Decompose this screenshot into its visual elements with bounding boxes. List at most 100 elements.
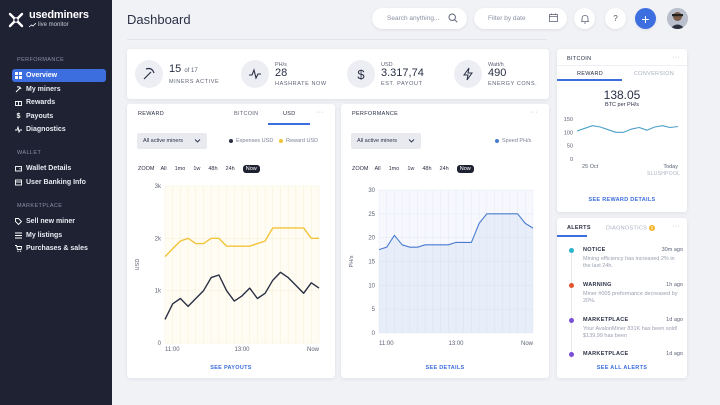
stat-est-payout: $ USD 3.317,74 EST. PAYOUT (347, 59, 424, 89)
alert-message: Miner #005 preformance decreased by 20%. (583, 291, 678, 304)
sidebar-item-my-listings[interactable]: My listings (12, 229, 106, 242)
nav-section-wallet: Wallet (17, 150, 42, 156)
sidebar-item-wallet-details[interactable]: Wallet Details (12, 162, 106, 175)
x-tick-label: 11:00 (379, 341, 394, 347)
y-tick-label: 0 (372, 331, 376, 337)
stat-label: ENERGY CONS. (488, 80, 538, 87)
zoom-1mo[interactable]: 1mo (389, 166, 400, 172)
alert-item[interactable]: MARKETPLACE 1d ago (569, 351, 683, 357)
zoom-24h[interactable]: 24h (440, 166, 449, 172)
alert-dot (569, 283, 574, 288)
tab-bitcoin[interactable]: BITCOIN (234, 111, 258, 117)
sidebar-item-label: My listings (26, 232, 63, 239)
more-icon[interactable]: ··· (530, 109, 538, 116)
sidebar-item-diagnostics[interactable]: Diagnostics (12, 123, 106, 136)
series-line (576, 125, 679, 133)
tab-alerts[interactable]: ALERTS (567, 225, 591, 231)
more-icon[interactable]: ··· (672, 223, 680, 230)
sidebar-item-payouts[interactable]: $ Payouts (12, 110, 106, 123)
y-tick-label: 2k (155, 236, 162, 242)
zoom-1mo[interactable]: 1mo (175, 166, 186, 172)
see-reward-details-link[interactable]: SEE REWARD DETAILS (557, 197, 687, 203)
stat-value: 3.317,74 (381, 66, 424, 79)
y-tick-label: 10 (368, 283, 375, 289)
legend-expenses: Expenses USD (229, 138, 273, 144)
page-title: Dashboard (127, 12, 191, 27)
stat-suffix: of 17 (184, 67, 198, 74)
notifications-button[interactable] (574, 8, 595, 29)
legend-speed: Speed PH/s (495, 138, 531, 144)
btc-value: 138.05 (603, 88, 641, 102)
bitcoin-chart: 0 50 100 150 25 Oct Today (564, 117, 679, 170)
search-icon[interactable] (448, 13, 458, 23)
zoom-48h[interactable]: 48h (208, 166, 217, 172)
cart-icon (15, 245, 22, 252)
y-tick-label: 3k (155, 184, 162, 190)
y-axis-label: USD (135, 259, 141, 271)
logo[interactable]: usedminers live monitor (8, 9, 89, 28)
more-icon[interactable]: ··· (672, 54, 680, 61)
zoom-all[interactable]: All (375, 166, 381, 172)
y-tick-label: 1k (155, 289, 162, 295)
stat-energy: Watt/h 490 ENERGY CONS. (454, 59, 537, 89)
grid-icon (15, 72, 22, 79)
date-filter[interactable]: Filter by date (474, 8, 567, 29)
stat-value: 490 (488, 66, 507, 79)
alert-item[interactable]: NOTICE 30m ago Mining efficiency has inc… (569, 247, 683, 270)
sidebar-item-purchases-sales[interactable]: Purchases & sales (12, 242, 106, 255)
search-placeholder: Search anything... (387, 15, 440, 22)
tab-diagnostics-label: DIAGNOSTICS (606, 225, 648, 232)
chart-source: SLUSHPOOL (647, 171, 681, 177)
calendar-icon[interactable] (549, 13, 558, 22)
y-tick-label: 30 (368, 188, 375, 194)
nav-section-performance: Performance (17, 57, 65, 63)
sidebar-item-label: Payouts (26, 113, 54, 120)
miner-select[interactable]: All active miners (351, 133, 421, 149)
diagnostics-badge: 2 (649, 225, 656, 231)
stat-value: 15 (169, 62, 182, 75)
alert-item[interactable]: WARNING 1h ago Miner #005 preformance de… (569, 282, 683, 305)
sidebar-item-rewards[interactable]: Rewards (12, 96, 106, 109)
see-payouts-link[interactable]: SEE PAYOUTS (127, 365, 335, 371)
x-tick-label: 11:00 (165, 347, 180, 352)
tab-reward[interactable]: REWARD (577, 71, 603, 77)
performance-chart: 0 5 10 15 20 25 30 11:00 13:00 Now PH/s (349, 188, 534, 347)
tab-conversion[interactable]: CONVERSION (634, 71, 674, 77)
zoom-24h[interactable]: 24h (226, 166, 235, 172)
zoom-1w[interactable]: 1w (193, 166, 200, 172)
y-tick-label: 100 (564, 130, 573, 136)
card-icon (15, 179, 22, 186)
nav-section-marketplace: Marketplace (17, 203, 63, 209)
help-button[interactable]: ? (605, 8, 626, 29)
tab-diagnostics[interactable]: DIAGNOSTICS 2 (606, 225, 656, 232)
tab-underline (557, 79, 622, 81)
miner-select[interactable]: All active miners (137, 133, 207, 149)
sidebar-item-overview[interactable]: Overview (12, 69, 106, 82)
sidebar-item-user-banking-info[interactable]: User Banking Info (12, 176, 106, 189)
sidebar-item-my-miners[interactable]: My miners (12, 83, 106, 96)
pickaxe-icon (135, 60, 163, 88)
gift-icon (15, 99, 22, 106)
search-input[interactable]: Search anything... (372, 8, 467, 29)
more-icon[interactable]: ··· (316, 109, 324, 116)
tab-underline (268, 123, 310, 125)
zoom-label: ZOOM (352, 166, 369, 172)
alert-item[interactable]: MARKETPLACE 1d ago Your AvalonMiner 831K… (569, 317, 683, 340)
zoom-all[interactable]: All (161, 166, 167, 172)
sidebar-item-label: Sell new miner (26, 218, 76, 225)
tab-usd[interactable]: USD (283, 111, 296, 117)
zoom-1w[interactable]: 1w (407, 166, 414, 172)
zoom-48h[interactable]: 48h (422, 166, 431, 172)
see-all-alerts-link[interactable]: SEE ALL ALERTS (557, 365, 687, 371)
sidebar-item-sell-new-miner[interactable]: Sell new miner (12, 215, 106, 228)
add-button[interactable]: + (635, 8, 656, 29)
see-details-link[interactable]: SEE DETAILS (341, 365, 549, 371)
avatar[interactable] (667, 8, 688, 29)
stat-label: MINERS ACTIVE (169, 78, 220, 85)
sidebar-item-label: Purchases & sales (26, 245, 88, 252)
zoom-now[interactable]: Now (456, 165, 474, 173)
legend-label: Reward USD (286, 138, 319, 144)
bell-icon (580, 14, 589, 23)
pulse-icon (241, 60, 269, 88)
zoom-now[interactable]: Now (242, 165, 260, 173)
